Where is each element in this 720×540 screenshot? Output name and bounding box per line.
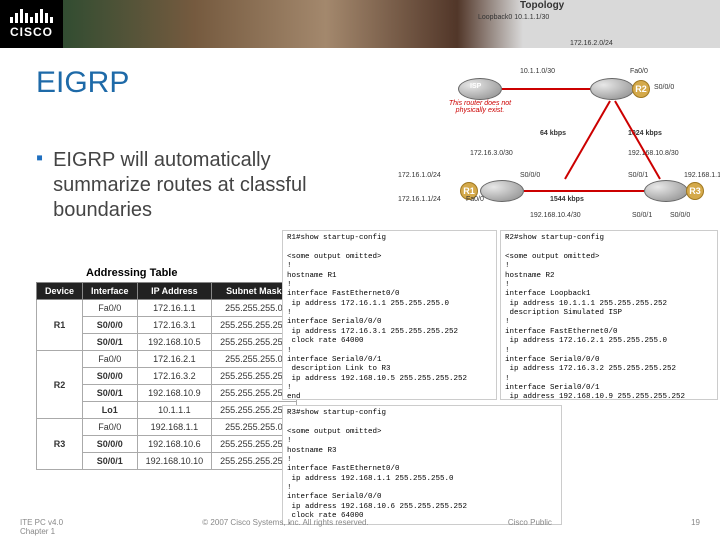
label-net-10-1-1: 10.1.1.0/30 — [520, 68, 555, 75]
table-body: R1Fa0/0172.16.1.1255.255.255.0S0/0/0172.… — [37, 300, 297, 470]
table-row: R3Fa0/0192.168.1.1255.255.255.0 — [37, 419, 297, 436]
label-s000-r1: S0/0/0 — [520, 172, 540, 179]
config-output-area: R1#show startup-config <some output omit… — [282, 230, 720, 520]
table-cell: 192.168.10.6 — [137, 436, 212, 453]
cisco-bars-icon — [10, 9, 53, 23]
bullet-square-icon: ▪ — [36, 148, 43, 223]
table-cell: S0/0/0 — [83, 368, 138, 385]
addressing-table: DeviceInterfaceIP AddressSubnet Mask R1F… — [36, 282, 297, 470]
table-cell: S0/0/0 — [83, 436, 138, 453]
label-fa00: Fa0/0 — [630, 68, 648, 75]
cisco-logo: CISCO — [0, 5, 63, 43]
router-r1-icon — [480, 180, 524, 202]
table-cell: 10.1.1.1 — [137, 402, 212, 419]
router-r3-label: R3 — [686, 182, 704, 200]
link-isp-r2 — [502, 88, 590, 90]
router-isp-label: ISP — [470, 83, 481, 90]
table-cell: R2 — [37, 351, 83, 419]
note-router-not-exist: This router does not physically exist. — [440, 100, 520, 114]
table-header: IP Address — [137, 283, 212, 300]
label-s000-r3: S0/0/0 — [670, 212, 690, 219]
table-cell: R1 — [37, 300, 83, 351]
link-r2-r3 — [614, 101, 661, 180]
label-s000: S0/0/0 — [654, 84, 674, 91]
table-row: R1Fa0/0172.16.1.1255.255.255.0 — [37, 300, 297, 317]
addressing-table-title: Addressing Table — [86, 267, 177, 279]
footer-center: © 2007 Cisco Systems, Inc. All rights re… — [202, 518, 368, 536]
router-r2-label: R2 — [632, 80, 650, 98]
config-r2: R2#show startup-config <some output omit… — [500, 230, 718, 400]
table-cell: 192.168.1.1 — [137, 419, 212, 436]
table-cell: 172.16.3.1 — [137, 317, 212, 334]
table-cell: Fa0/0 — [83, 300, 138, 317]
slide-footer: ITE PC v4.0 Chapter 1 © 2007 Cisco Syste… — [0, 518, 720, 536]
table-cell: 192.168.10.9 — [137, 385, 212, 402]
link-r1-r3 — [524, 190, 644, 192]
table-cell: S0/0/1 — [83, 453, 138, 470]
table-cell: Lo1 — [83, 402, 138, 419]
label-loopback: Loopback0 10.1.1.1/30 — [478, 14, 549, 21]
label-fa00-r1: Fa0/0 — [466, 196, 484, 203]
label-net-172-16-2: 172.16.2.0/24 — [570, 40, 613, 47]
label-net-192-168-10-8: 192.168.10.8/30 — [628, 150, 679, 157]
label-s001-r3: S0/0/1 — [632, 212, 652, 219]
table-cell: R3 — [37, 419, 83, 470]
label-s001: S0/0/1 — [628, 172, 648, 179]
label-1544kbps: 1544 kbps — [550, 196, 584, 203]
table-row: R2Fa0/0172.16.2.1255.255.255.0 — [37, 351, 297, 368]
config-r1: R1#show startup-config <some output omit… — [282, 230, 497, 400]
label-net-192-168-1-1: 192.168.1.1/24 — [684, 172, 720, 179]
link-r2-r1 — [564, 101, 611, 180]
label-net-192-168-10-4: 192.168.10.4/30 — [530, 212, 581, 219]
table-header: Interface — [83, 283, 138, 300]
label-64kbps: 64 kbps — [540, 130, 566, 137]
table-cell: 172.16.3.2 — [137, 368, 212, 385]
label-172-16-1-1: 172.16.1.1/24 — [398, 196, 441, 203]
table-cell: 192.168.10.10 — [137, 453, 212, 470]
table-header: Device — [37, 283, 83, 300]
label-net-172-16-3: 172.16.3.0/30 — [470, 150, 513, 157]
config-r3: R3#show startup-config <some output omit… — [282, 405, 562, 525]
router-r3-icon — [644, 180, 688, 202]
table-cell: S0/0/0 — [83, 317, 138, 334]
bullet-item: ▪ EIGRP will automatically summarize rou… — [36, 148, 336, 223]
topology-title: Topology — [520, 0, 564, 11]
bullet-text: EIGRP will automatically summarize route… — [53, 148, 336, 223]
brand-text: CISCO — [10, 25, 53, 39]
table-cell: Fa0/0 — [83, 351, 138, 368]
table-cell: 192.168.10.5 — [137, 334, 212, 351]
table-cell: Fa0/0 — [83, 419, 138, 436]
table-cell: S0/0/1 — [83, 334, 138, 351]
footer-page: 19 — [691, 518, 700, 536]
footer-left: ITE PC v4.0 Chapter 1 — [20, 518, 63, 536]
router-r2-icon — [590, 78, 634, 100]
footer-right: Cisco Public — [508, 518, 552, 536]
label-net-172-16-1: 172.16.1.0/24 — [398, 172, 441, 179]
slide-title: EIGRP — [36, 66, 129, 100]
table-cell: S0/0/1 — [83, 385, 138, 402]
table-header-row: DeviceInterfaceIP AddressSubnet Mask — [37, 283, 297, 300]
topology-diagram: Topology Loopback0 10.1.1.1/30 172.16.2.… — [370, 0, 720, 230]
table-cell: 172.16.2.1 — [137, 351, 212, 368]
table-cell: 172.16.1.1 — [137, 300, 212, 317]
